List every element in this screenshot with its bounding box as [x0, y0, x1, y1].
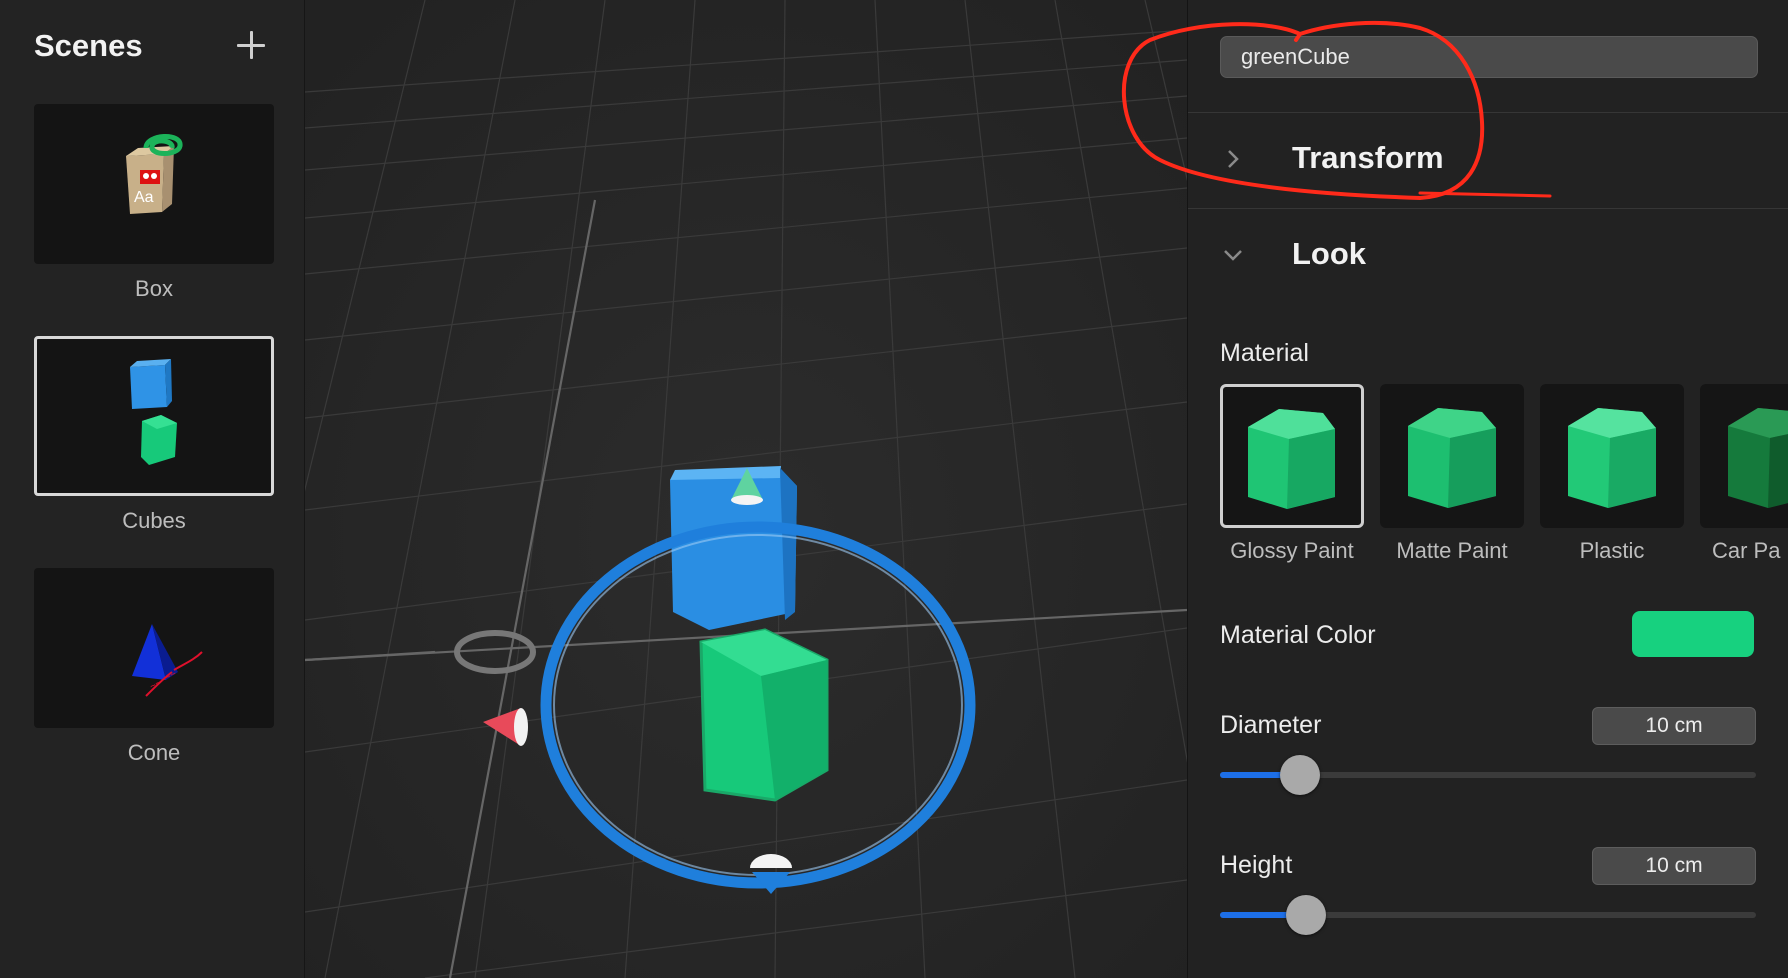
car-paint-cube-icon: [1728, 408, 1788, 508]
inspector-panel: Transform Look Material: [1187, 0, 1788, 978]
material-label: Material: [1220, 339, 1309, 367]
3d-viewport[interactable]: [305, 0, 1187, 978]
blue-cube[interactable]: [670, 466, 797, 630]
material-option-label: Plastic: [1579, 538, 1645, 563]
add-scene-button[interactable]: [234, 28, 268, 62]
material-color-well[interactable]: [1632, 611, 1754, 657]
slider-knob[interactable]: [1280, 755, 1321, 795]
matte-cube-icon: [1408, 408, 1496, 508]
scene-item-cone[interactable]: ~~~~~ Cone: [34, 568, 274, 766]
height-slider[interactable]: [1220, 895, 1756, 935]
slider-knob[interactable]: [1285, 895, 1326, 935]
green-cube-selected[interactable]: [699, 628, 829, 802]
scene-item-cubes[interactable]: Cubes: [34, 336, 274, 534]
material-option-label: Matte Paint: [1396, 538, 1508, 563]
divider: [1188, 112, 1788, 113]
chevron-down-icon: [1224, 250, 1242, 261]
plastic-cube-icon: [1568, 408, 1656, 508]
scene-label: Cone: [127, 740, 181, 765]
object-name-field[interactable]: [1220, 36, 1758, 78]
material-option-plastic[interactable]: [1540, 384, 1684, 528]
diameter-label: Diameter: [1220, 711, 1322, 739]
look-label: Look: [1292, 236, 1367, 271]
sidebar-title: Scenes: [34, 28, 143, 63]
scene-thumbnail-box: Aa: [34, 104, 274, 264]
viewport-canvas: [305, 0, 1187, 978]
scene-item-box[interactable]: Aa Box: [34, 104, 274, 302]
svg-text:Aa: Aa: [134, 189, 154, 206]
material-option-glossy-paint[interactable]: [1220, 384, 1364, 528]
glossy-cube-icon: [1248, 409, 1335, 509]
chevron-right-icon: [1228, 150, 1239, 168]
material-color-label: Material Color: [1220, 621, 1376, 649]
material-option-car-paint[interactable]: [1700, 384, 1788, 528]
scenes-sidebar: Scenes Aa Box Cubes ~~~~~ Cone: [0, 0, 305, 978]
transform-label: Transform: [1292, 140, 1444, 175]
divider: [1188, 208, 1788, 209]
scene-label: Box: [135, 276, 173, 301]
material-option-label: Glossy Paint: [1230, 538, 1354, 563]
height-label: Height: [1220, 851, 1293, 879]
height-value-field[interactable]: 10 cm: [1592, 847, 1756, 885]
material-option-label: Car Pa: [1712, 538, 1781, 563]
scene-thumbnail-cone: ~~~~~: [34, 568, 274, 728]
scene-label: Cubes: [122, 508, 186, 533]
scene-thumbnail-cubes: [34, 336, 274, 496]
material-option-matte-paint[interactable]: [1380, 384, 1524, 528]
diameter-value-field[interactable]: 10 cm: [1592, 707, 1756, 745]
diameter-slider[interactable]: [1220, 755, 1756, 795]
